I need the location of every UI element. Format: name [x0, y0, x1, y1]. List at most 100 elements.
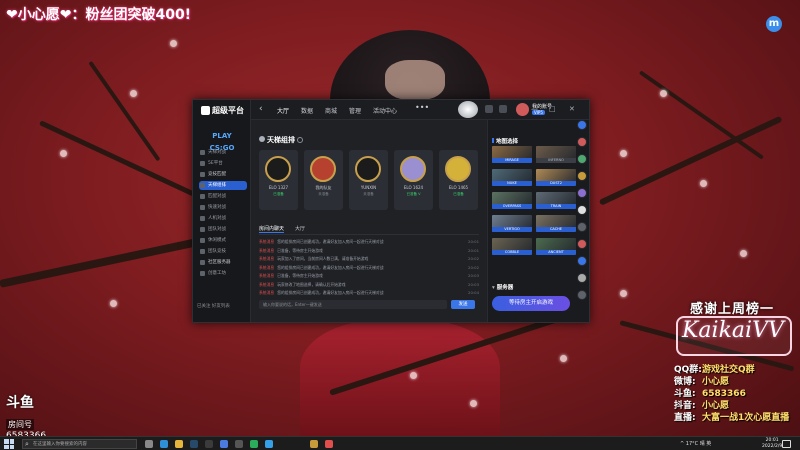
- friend-avatar-icon[interactable]: [577, 256, 587, 266]
- friend-avatar-icon[interactable]: [577, 120, 587, 130]
- sidebar-item[interactable]: 匹配对战: [199, 192, 247, 201]
- chat-message: 系统消息 您的组排房间已创建成功，邀请好友加入房间一起进行天梯对战 20:02: [259, 264, 479, 273]
- map-tile[interactable]: CACHE: [536, 215, 576, 232]
- tab-events[interactable]: 活动中心: [373, 106, 397, 115]
- sidebar-item[interactable]: 天梯对战: [199, 148, 247, 157]
- map-tile[interactable]: OVERPASS: [492, 192, 532, 209]
- chat-message: 系统消息 您的组排房间已创建成功，邀请好友加入房间一起进行天梯对战 20:01: [259, 238, 479, 247]
- player-card[interactable]: ELO 1465 已准备: [439, 150, 478, 210]
- map-tile[interactable]: VERTIGO: [492, 215, 532, 232]
- platform-icon[interactable]: [325, 440, 333, 448]
- douyu-badge: 斗鱼 房间号 6583366: [6, 392, 56, 441]
- friend-avatar-icon[interactable]: [577, 222, 587, 232]
- tab-lobby[interactable]: 大厅: [277, 106, 289, 115]
- obs-icon[interactable]: [235, 440, 243, 448]
- info-row: QQ群:游戏社交Q群: [674, 365, 755, 375]
- tab-manage[interactable]: 管理: [349, 106, 361, 115]
- app-icon[interactable]: [205, 440, 213, 448]
- sidebar-item[interactable]: 天梯组排: [199, 181, 247, 190]
- chat-sender: 系统消息: [259, 290, 275, 295]
- taskbar-search-input[interactable]: 在这里输入你要搜索的内容: [22, 439, 137, 449]
- player-avatar: [265, 156, 291, 182]
- section-title: 天梯组排: [259, 135, 303, 145]
- chat-time: 20:02: [468, 256, 479, 261]
- send-button[interactable]: 发送: [451, 300, 475, 309]
- qq-icon[interactable]: [265, 440, 273, 448]
- wechat-icon[interactable]: [250, 440, 258, 448]
- friend-avatar-icon[interactable]: [577, 273, 587, 283]
- sidebar-item[interactable]: 团队竞技: [199, 247, 247, 256]
- store-icon[interactable]: [220, 440, 228, 448]
- more-icon[interactable]: •••: [415, 103, 429, 112]
- chat-time: 20:01: [468, 239, 479, 244]
- tab-lobby-chat[interactable]: 大厅: [295, 225, 305, 232]
- notification-icon[interactable]: [782, 440, 791, 448]
- map-name: CACHE: [536, 227, 576, 232]
- tab-room-chat[interactable]: 房间内聊天: [259, 225, 285, 233]
- player-name: 我的队友: [315, 185, 332, 190]
- csgo-icon[interactable]: [310, 440, 318, 448]
- sidebar-item[interactable]: 5E平台: [199, 159, 247, 168]
- player-avatar: [310, 156, 336, 182]
- start-game-button[interactable]: 等待房主开启游戏: [492, 296, 570, 311]
- info-row: 抖音: 小心愿: [674, 401, 730, 411]
- sidebar-footer[interactable]: 已关注 好友列表: [197, 303, 230, 309]
- chat-text: 玩家加入了房间，当前房间人数已满，请准备开始游戏: [277, 256, 369, 261]
- friend-avatar-icon[interactable]: [577, 188, 587, 198]
- shield-icon[interactable]: [485, 105, 493, 113]
- task-view-icon[interactable]: [145, 440, 153, 448]
- player-card[interactable]: ELO 1327 已准备: [259, 150, 298, 210]
- friend-avatar-icon[interactable]: [577, 290, 587, 300]
- help-icon[interactable]: [297, 137, 303, 143]
- friend-avatar-icon[interactable]: [577, 205, 587, 215]
- sidebar-item[interactable]: 竞技匹配: [199, 170, 247, 179]
- play-csgo-button[interactable]: PLAY CS:GO: [199, 130, 245, 152]
- minimize-icon[interactable]: —: [531, 105, 538, 113]
- maximize-icon[interactable]: □: [549, 105, 556, 113]
- player-card[interactable]: ELO 1624 已准备 V: [394, 150, 433, 210]
- sidebar-item[interactable]: 人机对战: [199, 214, 247, 223]
- sidebar-item[interactable]: 创意工坊: [199, 269, 247, 278]
- friend-avatar-icon[interactable]: [577, 171, 587, 181]
- bell-icon[interactable]: [499, 105, 507, 113]
- menu-icon: [200, 161, 205, 166]
- chat-message: 系统消息 玩家加入了房间，当前房间人数已满，请准备开始游戏 20:02: [259, 255, 479, 264]
- chat-text: 您的组排房间已创建成功，邀请好友加入房间一起进行天梯对战: [277, 290, 384, 295]
- map-tile[interactable]: COBBLE: [492, 238, 532, 255]
- sidebar-item[interactable]: 休闲模式: [199, 236, 247, 245]
- close-icon[interactable]: ✕: [569, 105, 575, 113]
- friend-avatar-icon[interactable]: [577, 154, 587, 164]
- clock[interactable]: 20:01 2022/2/9: [762, 438, 782, 450]
- friend-avatar-icon[interactable]: [577, 137, 587, 147]
- chat-input[interactable]: 输入你要说的话，Enter一键发送: [259, 300, 447, 309]
- avatar[interactable]: [516, 103, 529, 116]
- sidebar-item[interactable]: 团队对战: [199, 225, 247, 234]
- map-tile[interactable]: ANCIENT: [536, 238, 576, 255]
- player-avatar: [355, 156, 381, 182]
- map-tile[interactable]: INFERNO: [536, 146, 576, 163]
- map-tile[interactable]: DUST2: [536, 169, 576, 186]
- edge-icon[interactable]: [160, 440, 168, 448]
- map-tile[interactable]: TRAIN: [536, 192, 576, 209]
- sidebar-item[interactable]: 社区服务器: [199, 258, 247, 267]
- tab-shop[interactable]: 商城: [325, 106, 337, 115]
- friend-avatar-icon[interactable]: [577, 239, 587, 249]
- chat-text: 已准备，等待房主开始游戏: [277, 247, 323, 253]
- player-card[interactable]: 我的队友 未准备: [304, 150, 343, 210]
- blossom: [60, 150, 67, 157]
- player-status: 已准备 V: [406, 192, 421, 196]
- explorer-icon[interactable]: [175, 440, 183, 448]
- player-card[interactable]: YUNXIN 未准备: [349, 150, 388, 210]
- back-icon[interactable]: ‹: [259, 104, 263, 114]
- map-tile[interactable]: NUKE: [492, 169, 532, 186]
- chat-tabs: 房间内聊天 大厅: [259, 225, 479, 235]
- tab-data[interactable]: 数据: [301, 106, 313, 115]
- map-name: ANCIENT: [536, 250, 576, 255]
- server-title[interactable]: 服务器: [492, 283, 514, 291]
- windows-start-icon[interactable]: [4, 439, 14, 449]
- steam-icon[interactable]: [190, 440, 198, 448]
- sidebar-item[interactable]: 快速对战: [199, 203, 247, 212]
- promo-badge-icon[interactable]: [458, 101, 478, 118]
- system-tray[interactable]: ^ 17°C 晴 英: [680, 440, 711, 447]
- map-tile[interactable]: MIRAGE: [492, 146, 532, 163]
